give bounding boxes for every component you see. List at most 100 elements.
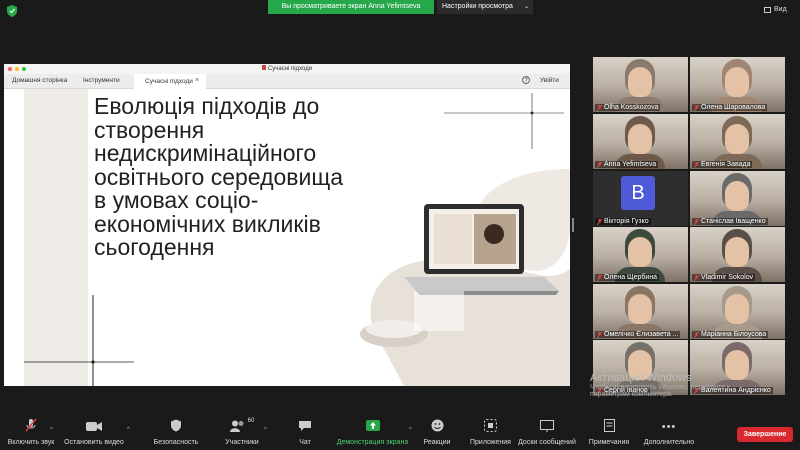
chat-button[interactable]: Чат [293,416,317,446]
help-icon[interactable]: ? [522,76,530,84]
chat-icon [299,421,311,431]
slide-title-line: Еволюція підходів до [94,93,320,119]
unmute-label: Включить звук [7,439,55,446]
stop-video-label: Остановить видео [64,439,124,446]
mic-muted-icon [693,274,700,281]
mic-muted-icon [25,418,37,432]
notes-button[interactable]: Примечания [586,416,632,446]
participant-tile[interactable]: Олена Шаровалова [690,57,785,112]
apps-icon [483,419,497,432]
shield-icon [171,419,181,432]
reactions-button[interactable]: Реакции [420,416,454,446]
participant-tile[interactable]: Станіслав Іващенко [690,171,785,226]
windows-activation-watermark: Активация Windows Чтобы активировать Win… [590,372,790,398]
participant-name-text: Станіслав Іващенко [701,218,766,225]
participant-face [628,237,652,267]
participant-name-text: Евгенія Завада [701,161,751,168]
more-label: Дополнительно [643,439,695,446]
window-menubar: Домашня сторінка Інструменти Увійти ? [4,74,570,89]
participants-label: Участники [225,439,259,446]
stop-video-button[interactable]: Остановить видео [62,416,126,446]
slide-title-line: в умовах соціо- [94,187,259,213]
view-button[interactable]: Вид [764,6,787,13]
participant-tile[interactable]: Евгенія Завада [690,114,785,169]
close-tab-icon[interactable]: × [195,77,199,84]
grid-icon [764,6,771,13]
participant-name-text: Маріанна Білоусова [701,331,767,338]
tab-active-document[interactable]: Сучасні підходи × [134,74,206,89]
participant-name: Станіслав Іващенко [692,218,768,225]
share-screen-button[interactable]: Демонстрация экрана [335,416,410,446]
participant-name-text: Vladimir Sokolov [701,274,754,281]
chevron-up-icon[interactable]: ^ [409,427,412,433]
participant-tile[interactable]: Vladimir Sokolov [690,227,785,282]
participant-face [628,124,652,154]
participant-tile[interactable]: Олена Щербина [593,227,688,282]
mic-muted-icon [596,161,603,168]
whiteboard-icon [540,420,554,432]
participant-name: Евгенія Завада [692,161,753,168]
meeting-toolbar: Включить звук ^ Остановить видео ^ Безоп… [0,416,800,450]
view-button-label: Вид [774,6,787,13]
participant-name-text: Вікторія Гузко [604,218,649,225]
participants-count: 60 [247,418,255,424]
menu-signin[interactable]: Увійти [540,77,559,84]
share-screen-label: Демонстрация экрана [336,439,409,446]
more-dots-icon: ••• [661,421,677,433]
chevron-up-icon[interactable]: ^ [264,427,267,433]
slide-title-line: економічних викликів [94,210,321,237]
shield-icon[interactable] [7,5,17,17]
participant-name: Маріанна Білоусова [692,331,769,338]
mic-muted-icon [596,274,603,281]
participant-tile[interactable]: Омелічко Єлизавета ... [593,284,688,339]
chevron-up-icon[interactable]: ^ [50,427,53,433]
apps-button[interactable]: Приложения [470,416,511,446]
window-titlebar: Сучасні підходи [4,64,570,74]
slide-title-line: сьогодення [94,234,215,260]
chevron-up-icon[interactable]: ^ [127,427,130,433]
slide-title-line: освітнього середовища [94,163,344,190]
watermark-title: Активация Windows [590,372,692,384]
participant-tile[interactable]: B Вікторія Гузко [593,171,688,226]
participant-name: Олена Щербина [595,274,660,281]
participant-face [628,67,652,97]
participant-tile[interactable]: Маріанна Білоусова [690,284,785,339]
slide-title: Еволюція підходів до створення недискрим… [94,93,394,260]
security-button[interactable]: Безопасность [150,416,202,446]
mic-muted-icon [596,218,603,225]
participant-face [725,237,749,267]
window-title-text: Сучасні підходи [267,66,313,72]
menu-tools[interactable]: Інструменти [83,77,120,84]
more-button[interactable]: ••• Дополнительно [643,416,695,447]
reactions-label: Реакции [423,439,451,446]
menu-home[interactable]: Домашня сторінка [12,77,67,84]
notes-icon [603,419,615,432]
mic-muted-icon [693,331,700,338]
watermark-line: Чтобы активировать Windows, перейдите к [590,384,731,391]
panel-resize-handle[interactable] [572,218,574,232]
mic-muted-icon [596,331,603,338]
share-screen-icon [365,420,380,431]
view-options-button[interactable]: Настройки просмотра ⌄ [437,0,533,14]
participant-name: Olha Kosskozova [595,104,661,111]
participant-name: Anna Yefimtseva [595,161,659,168]
participant-tile[interactable]: Anna Yefimtseva [593,114,688,169]
participant-face [628,294,652,324]
participant-face [725,124,749,154]
mic-muted-icon [596,104,603,111]
participant-face [725,294,749,324]
participants-button[interactable]: 60 Участники [220,416,264,446]
end-meeting-button[interactable]: Завершение [737,427,793,442]
mic-muted-icon [693,218,700,225]
participant-tile[interactable]: Olha Kosskozova [593,57,688,112]
participant-name: Вікторія Гузко [595,218,651,225]
mic-muted-icon [693,161,700,168]
participant-name: Олена Шаровалова [692,104,768,111]
participant-name: Омелічко Єлизавета ... [595,331,681,338]
participant-name-text: Олена Шаровалова [701,104,766,111]
notes-label: Примечания [588,439,630,446]
chevron-down-icon: ⌄ [523,4,529,10]
participant-face [725,181,749,211]
whiteboards-button[interactable]: Доски сообщений [515,416,579,446]
whiteboards-label: Доски сообщений [518,439,576,446]
